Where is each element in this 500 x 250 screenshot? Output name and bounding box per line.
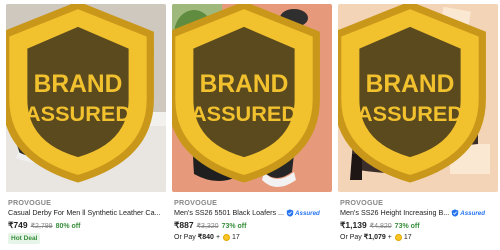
svg-text:ASSURED: ASSURED	[25, 101, 131, 126]
svg-text:ASSURED: ASSURED	[357, 101, 463, 126]
flipkart-assured-icon	[286, 209, 294, 217]
assured-label: Assured	[295, 209, 320, 217]
product-title-text: Men's SS26 Height Increasing B...	[340, 208, 450, 217]
svg-text:BRAND: BRAND	[200, 71, 289, 98]
assured-label: Assured	[460, 209, 486, 217]
supercoin-icon	[394, 233, 402, 241]
selling-price: ₹1,139	[340, 220, 367, 230]
price-row: ₹887 ₹3,320 73% off	[174, 220, 246, 231]
coin-count: 17	[403, 233, 412, 241]
product-card[interactable]: BRAND ASSURED PROVOGUE Men's SS26 5501 B…	[172, 0, 332, 250]
discount-percent: 80% off	[55, 223, 81, 230]
pay-plus: +	[387, 233, 392, 241]
supercoin-offer: Or Pay ₹1,079 + 17	[340, 233, 412, 241]
pay-amount: ₹840	[197, 234, 214, 241]
price-row: ₹749 ₹2,799 80% off	[8, 220, 80, 231]
brand-assured-badge-icon: BRAND ASSURED	[6, 4, 154, 183]
pay-prefix: Or Pay	[340, 233, 362, 241]
pay-amount: ₹1,079	[363, 234, 386, 241]
product-image[interactable]: BRAND ASSURED	[172, 4, 332, 192]
pay-prefix: Or Pay	[174, 233, 196, 241]
brand-name: PROVOGUE	[8, 198, 52, 207]
original-price: ₹4,820	[369, 223, 392, 230]
brand-name: PROVOGUE	[340, 198, 384, 207]
assured-tag: Assured	[451, 209, 485, 217]
brand-assured-badge-icon: BRAND ASSURED	[172, 4, 320, 183]
product-title[interactable]: Casual Derby For Men ll Synthetic Leathe…	[8, 208, 166, 217]
original-price: ₹3,320	[196, 223, 219, 230]
product-title[interactable]: Men's SS26 5501 Black Loafers ... Assured	[174, 208, 332, 217]
flipkart-assured-icon	[452, 209, 459, 217]
supercoin-icon	[223, 233, 231, 241]
product-image[interactable]: BRAND ASSURED	[338, 4, 498, 192]
product-image[interactable]: BRAND ASSURED	[6, 4, 166, 192]
discount-percent: 73% off	[394, 223, 420, 230]
product-title[interactable]: Men's SS26 Height Increasing B... Assured	[340, 208, 498, 217]
svg-text:BRAND: BRAND	[366, 71, 455, 98]
pay-plus: +	[215, 233, 221, 241]
svg-text:BRAND: BRAND	[34, 71, 123, 98]
original-price: ₹2,799	[30, 223, 53, 230]
discount-percent: 73% off	[221, 223, 247, 230]
product-grid: BRAND ASSURED PROVOGUE Casual Derby For …	[0, 0, 500, 250]
selling-price: ₹887	[174, 220, 194, 230]
brand-assured-badge-icon: BRAND ASSURED	[338, 4, 486, 183]
assured-tag: Assured	[286, 209, 320, 217]
svg-text:ASSURED: ASSURED	[191, 101, 297, 126]
hot-deal-badge: Hot Deal	[8, 233, 41, 244]
product-title-text: Men's SS26 5501 Black Loafers ...	[174, 208, 285, 217]
product-card[interactable]: BRAND ASSURED PROVOGUE Casual Derby For …	[6, 0, 166, 250]
coin-count: 17	[232, 233, 240, 241]
price-row: ₹1,139 ₹4,820 73% off	[340, 220, 420, 231]
supercoin-offer: Or Pay ₹840 + 17	[174, 233, 240, 241]
brand-name: PROVOGUE	[174, 198, 218, 207]
product-card[interactable]: BRAND ASSURED PROVOGUE Men's SS26 Height…	[338, 0, 498, 250]
selling-price: ₹749	[8, 220, 28, 230]
